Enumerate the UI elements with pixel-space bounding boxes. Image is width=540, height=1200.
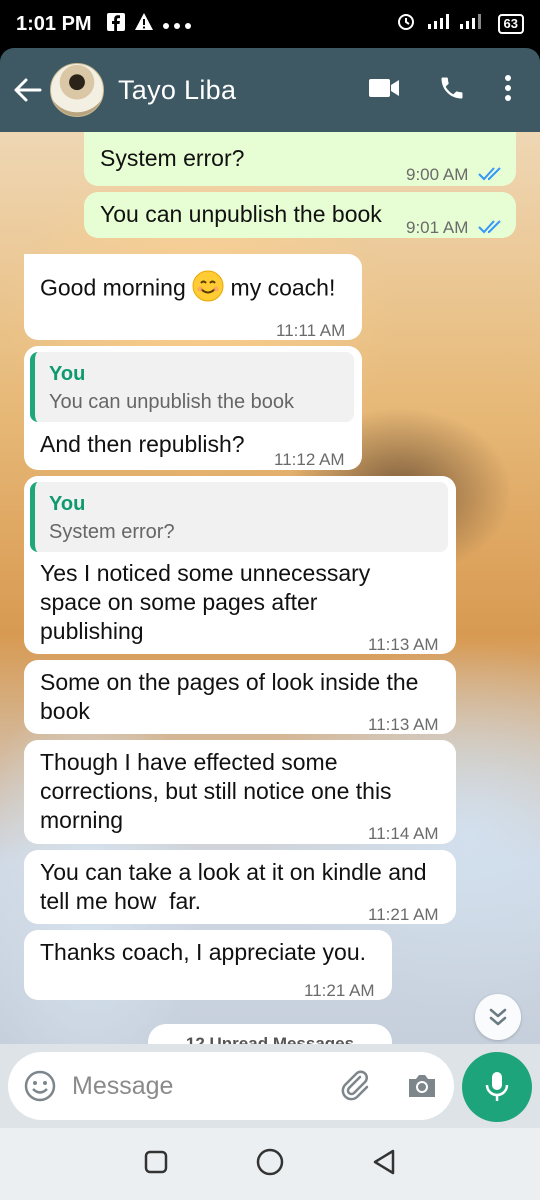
facebook-icon: [106, 12, 126, 37]
message-input[interactable]: Message: [8, 1052, 454, 1120]
message-text: You can unpublish the book: [100, 201, 382, 227]
smile-emoji-icon: [192, 270, 224, 309]
warning-icon: [134, 12, 154, 37]
video-call-icon[interactable]: [368, 77, 400, 104]
message-line: corrections, but still notice one this: [40, 778, 392, 804]
message-bubble-incoming[interactable]: Some on the pages of look inside the boo…: [24, 660, 456, 734]
status-bar: 1:01 PM 63: [0, 0, 540, 48]
menu-dots-icon[interactable]: [504, 74, 512, 107]
message-time: 11:12 AM: [274, 450, 345, 469]
message-line: publishing: [40, 618, 144, 644]
message-placeholder: Message: [72, 1072, 174, 1100]
composer-bar: Message: [0, 1044, 540, 1128]
message-line: You can take a look at it on kindle and: [40, 859, 427, 885]
message-bubble-incoming[interactable]: Thanks coach, I appreciate you. 11:21 AM: [24, 930, 392, 1000]
message-bubble-outgoing[interactable]: System error? 9:00 AM: [84, 132, 516, 186]
avatar[interactable]: [50, 63, 104, 117]
message-time: 11:11 AM: [276, 321, 346, 340]
chat-area[interactable]: System error? 9:00 AM You can unpublish …: [0, 132, 540, 1044]
quote-text: System error?: [49, 521, 175, 543]
emoji-icon[interactable]: [24, 1070, 56, 1107]
home-circle-icon[interactable]: [255, 1147, 285, 1182]
quote-text: You can unpublish the book: [49, 391, 295, 413]
recents-square-icon[interactable]: [143, 1149, 169, 1180]
scroll-to-bottom-button[interactable]: [475, 994, 521, 1040]
system-nav-bar: [0, 1128, 540, 1200]
message-line: book: [40, 698, 90, 724]
message-line: tell me how far.: [40, 888, 202, 914]
message-bubble-incoming[interactable]: You System error? Yes I noticed some unn…: [24, 476, 456, 654]
contact-name[interactable]: Tayo Liba: [118, 75, 236, 106]
message-time: 11:14 AM: [368, 824, 439, 843]
message-text: Thanks coach, I appreciate you.: [40, 939, 367, 965]
message-text: And then republish?: [40, 431, 245, 457]
voice-record-button[interactable]: [462, 1052, 532, 1122]
microphone-icon: [485, 1072, 509, 1101]
battery-icon: 63: [497, 14, 524, 34]
message-bubble-incoming[interactable]: Good morning my coach! 11:11 AM: [24, 254, 362, 340]
message-line: space on some pages after: [40, 589, 318, 615]
message-text-part: my coach!: [230, 274, 336, 301]
more-dots-icon: [162, 14, 192, 35]
attach-paperclip-icon[interactable]: [338, 1068, 372, 1107]
message-time: 9:01 AM: [406, 218, 469, 237]
back-triangle-icon[interactable]: [371, 1148, 397, 1181]
message-time: 11:21 AM: [368, 905, 439, 924]
message-time: 11:13 AM: [368, 715, 439, 734]
message-bubble-incoming[interactable]: Though I have effected some corrections,…: [24, 740, 456, 844]
message-text: System error?: [100, 145, 245, 171]
unread-messages-banner: 12 Unread Messages: [148, 1024, 392, 1044]
message-time: 11:13 AM: [368, 635, 439, 654]
back-arrow-icon[interactable]: [8, 70, 48, 110]
message-time: 11:21 AM: [304, 981, 375, 1000]
reply-quote[interactable]: You System error?: [30, 482, 448, 552]
message-line: Though I have effected some: [40, 749, 338, 775]
message-line: morning: [40, 807, 124, 833]
message-bubble-incoming[interactable]: You can take a look at it on kindle and …: [24, 850, 456, 924]
message-text-part: Good morning: [40, 274, 186, 301]
alarm-icon: [396, 11, 416, 37]
quote-author: You: [49, 363, 86, 385]
message-text: Good morning my coach!: [40, 270, 335, 309]
status-time: 1:01 PM: [16, 12, 92, 35]
message-time: 9:00 AM: [406, 165, 469, 184]
read-ticks-icon: [478, 213, 504, 242]
double-chevron-down-icon: [489, 1008, 507, 1026]
signal-icon: [426, 12, 488, 36]
chat-header: Tayo Liba: [0, 48, 540, 132]
message-bubble-incoming[interactable]: You You can unpublish the book And then …: [24, 346, 362, 470]
quote-author: You: [49, 493, 86, 515]
voice-call-icon[interactable]: [438, 74, 466, 107]
reply-quote[interactable]: You You can unpublish the book: [30, 352, 354, 422]
message-bubble-outgoing[interactable]: You can unpublish the book 9:01 AM: [84, 192, 516, 238]
camera-icon[interactable]: [406, 1072, 438, 1105]
message-line: Some on the pages of look inside the: [40, 669, 419, 695]
read-ticks-icon: [478, 160, 504, 189]
message-line: Yes I noticed some unnecessary: [40, 560, 371, 586]
